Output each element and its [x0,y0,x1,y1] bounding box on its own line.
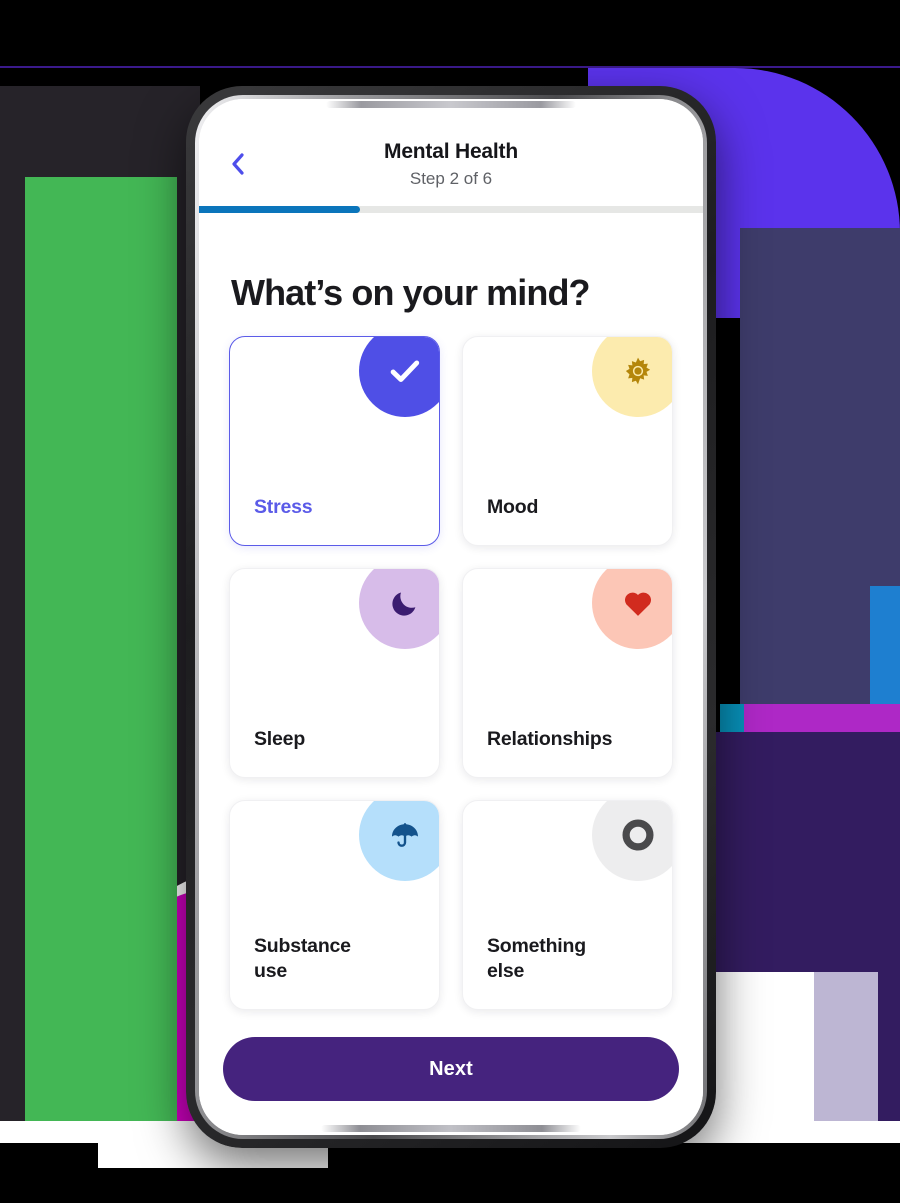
screenshot-canvas: Mental Health Step 2 of 6 What’s on your… [0,0,900,1203]
topic-card-sleep[interactable]: Sleep [229,568,440,779]
topic-card-stress[interactable]: Stress [229,336,440,547]
topic-card-substance-use[interactable]: Substance use [229,800,440,1011]
phone-screen: Mental Health Step 2 of 6 What’s on your… [199,99,703,1135]
heart-icon [592,569,672,650]
step-indicator: Step 2 of 6 [409,169,493,189]
app-header: Mental Health Step 2 of 6 [199,99,703,206]
background-blue-strip [870,586,900,704]
topic-card-something-else[interactable]: Something else [462,800,673,1011]
check-icon [359,337,439,418]
background-top-hairline [0,66,900,68]
background-deep-purple-edge [878,760,900,1142]
next-button[interactable]: Next [223,1037,679,1101]
page-heading: What’s on your mind? [231,271,591,313]
background-white-right-block [700,972,814,1142]
umbrella-icon [359,801,439,882]
topic-card-grid: Stress Mood Sleep Relationships Substance us… [221,332,681,1011]
phone-home-indicator [321,1125,581,1132]
topic-card-label: Stress [254,496,313,519]
phone-bezel: Mental Health Step 2 of 6 What’s on your… [195,95,707,1139]
background-magenta-strip [744,704,900,732]
topic-card-label: Something else [487,934,586,983]
chevron-left-icon[interactable] [223,149,253,179]
phone-speaker-grille [326,101,576,108]
ring-icon [592,801,672,882]
topic-card-mood[interactable]: Mood [462,336,673,547]
progress-bar [199,205,703,213]
background-lavender-strip [814,972,878,1142]
app-body: What’s on your mind? Stress Mood Sleep Rela… [199,213,703,1019]
progress-bar-fill [199,205,361,213]
app-footer: Next [199,1019,703,1135]
topic-card-label: Mood [487,496,539,519]
topic-card-label: Sleep [254,728,306,751]
background-cyan-small-block [720,704,744,732]
phone-mockup: Mental Health Step 2 of 6 What’s on your… [186,86,716,1148]
background-deep-purple-block [700,732,900,972]
topic-card-label: Substance use [254,934,351,983]
sun-icon [592,337,672,418]
topic-card-label: Relationships [487,728,613,751]
page-title: Mental Health [384,140,518,163]
background-green-rectangle [25,177,177,1127]
moon-icon [359,569,439,650]
topic-card-relationships[interactable]: Relationships [462,568,673,779]
